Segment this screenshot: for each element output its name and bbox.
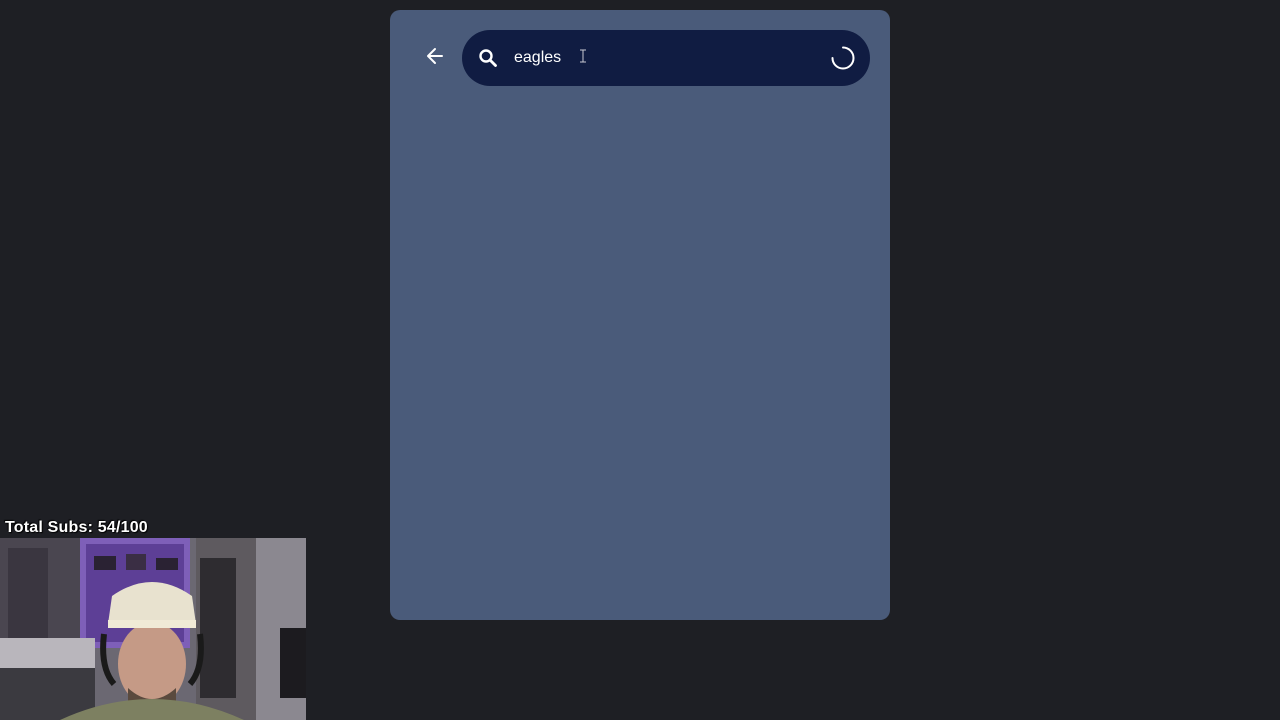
search-panel [390,10,890,620]
arrow-left-icon [425,46,445,71]
search-icon [476,46,500,70]
webcam-feed [0,538,306,720]
total-subs-label: Total Subs: 54/100 [5,519,148,536]
text-cursor-icon [580,49,586,63]
search-input[interactable] [514,43,830,73]
search-bar[interactable] [462,30,870,86]
screen: Total Subs: 54/100 [0,0,1280,720]
back-button[interactable] [410,30,460,86]
loading-spinner-icon [830,45,856,71]
